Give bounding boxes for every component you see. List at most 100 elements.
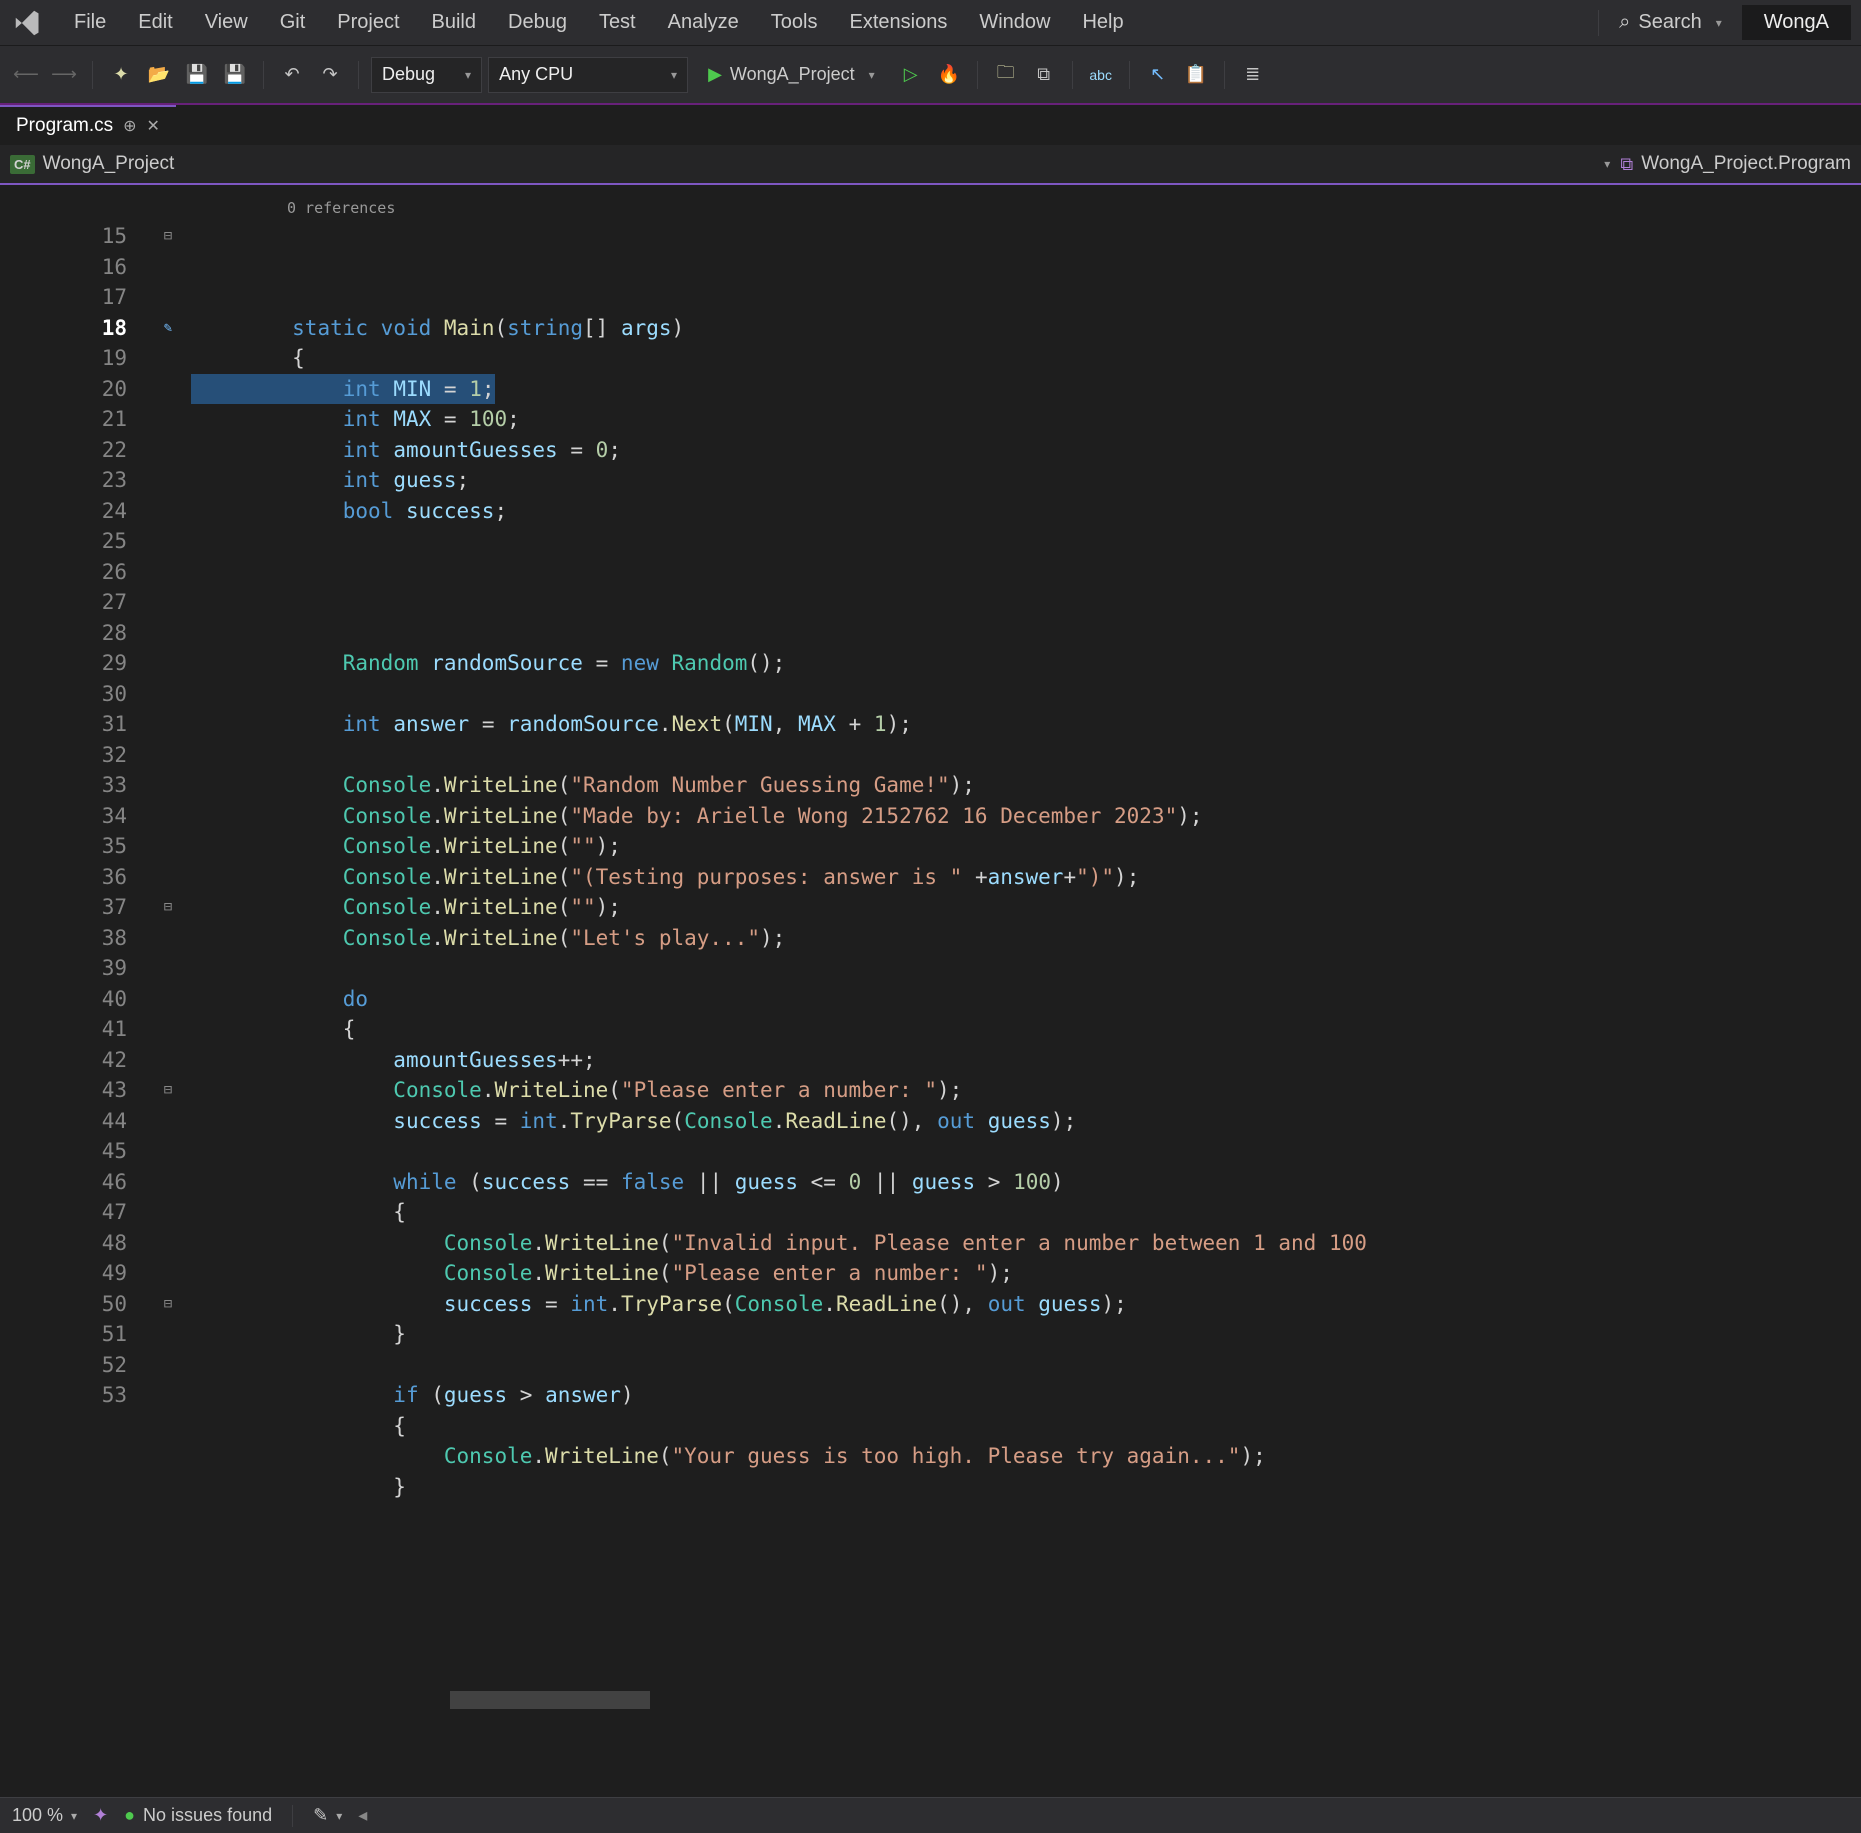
menu-view[interactable]: View bbox=[189, 7, 264, 38]
zoom-level[interactable]: 100 % ▾ bbox=[12, 1805, 77, 1826]
code-line[interactable]: if (guess > answer) bbox=[191, 1380, 1861, 1411]
code-line[interactable] bbox=[191, 618, 1861, 649]
horizontal-scrollbar[interactable] bbox=[450, 1691, 650, 1709]
fold-toggle[interactable]: ⊟ bbox=[145, 892, 191, 923]
new-item-button[interactable]: ✦ bbox=[105, 59, 137, 91]
search-box[interactable]: ⌕ Search ▾ bbox=[1607, 7, 1734, 38]
code-line[interactable]: Console.WriteLine("Random Number Guessin… bbox=[191, 770, 1861, 801]
code-line[interactable] bbox=[191, 740, 1861, 771]
play-icon: ▶ bbox=[708, 64, 722, 85]
codelens-references[interactable]: 0 references bbox=[287, 193, 395, 224]
user-account[interactable]: WongA bbox=[1742, 5, 1851, 40]
menu-debug[interactable]: Debug bbox=[492, 7, 583, 38]
code-line[interactable]: { bbox=[191, 1014, 1861, 1045]
solution-platform-dropdown[interactable]: Any CPU ▾ bbox=[488, 57, 688, 93]
code-line[interactable] bbox=[191, 953, 1861, 984]
code-line[interactable]: int answer = randomSource.Next(MIN, MAX … bbox=[191, 709, 1861, 740]
window-layout-button[interactable]: ⧉ bbox=[1028, 59, 1060, 91]
undo-button[interactable]: ↶ bbox=[276, 59, 308, 91]
hot-reload-button[interactable]: 🔥 bbox=[933, 59, 965, 91]
nav-forward-button[interactable]: ⟶ bbox=[48, 59, 80, 91]
code-line[interactable]: bool success; bbox=[191, 496, 1861, 527]
code-area[interactable]: 0 references static void Main(string[] a… bbox=[191, 185, 1861, 1745]
menu-file[interactable]: File bbox=[58, 7, 122, 38]
abc-button[interactable]: abc bbox=[1085, 59, 1117, 91]
indent-button[interactable]: ≣ bbox=[1237, 59, 1269, 91]
code-line[interactable]: Console.WriteLine("Made by: Arielle Wong… bbox=[191, 801, 1861, 832]
csharp-icon: C# bbox=[10, 155, 35, 174]
code-line[interactable]: int amountGuesses = 0; bbox=[191, 435, 1861, 466]
close-icon[interactable]: ✕ bbox=[147, 116, 160, 136]
check-circle-icon: ● bbox=[124, 1805, 135, 1826]
fold-toggle[interactable]: ⊟ bbox=[145, 1075, 191, 1106]
menu-analyze[interactable]: Analyze bbox=[652, 7, 755, 38]
intellicode-icon[interactable]: ✦ bbox=[93, 1805, 108, 1826]
open-folder-button[interactable]: 📂 bbox=[143, 59, 175, 91]
menu-help[interactable]: Help bbox=[1066, 7, 1139, 38]
nav-back-button[interactable]: ⟵ bbox=[10, 59, 42, 91]
menu-tools[interactable]: Tools bbox=[755, 7, 834, 38]
clipboard-button[interactable]: 📋 bbox=[1180, 59, 1212, 91]
redo-button[interactable]: ↷ bbox=[314, 59, 346, 91]
code-line[interactable]: Console.WriteLine("Please enter a number… bbox=[191, 1258, 1861, 1289]
error-list-summary[interactable]: ● No issues found bbox=[124, 1805, 272, 1826]
fold-toggle[interactable]: ⊟ bbox=[145, 221, 191, 252]
scroll-left-button[interactable]: ◂ bbox=[358, 1805, 367, 1826]
fold-toggle[interactable]: ⊟ bbox=[145, 1289, 191, 1320]
class-dropdown[interactable]: ⧉ WongA_Project.Program bbox=[1620, 153, 1851, 175]
save-button[interactable]: 💾 bbox=[181, 59, 213, 91]
project-dropdown[interactable]: C# WongA_Project bbox=[10, 153, 174, 175]
code-line[interactable]: } bbox=[191, 1472, 1861, 1503]
code-line[interactable]: Console.WriteLine("Invalid input. Please… bbox=[191, 1228, 1861, 1259]
code-line[interactable]: Console.WriteLine("Let's play..."); bbox=[191, 923, 1861, 954]
solution-config-dropdown[interactable]: Debug ▾ bbox=[371, 57, 482, 93]
code-line[interactable]: while (success == false || guess <= 0 ||… bbox=[191, 1167, 1861, 1198]
code-line[interactable] bbox=[191, 1136, 1861, 1167]
title-bar: FileEditViewGitProjectBuildDebugTestAnal… bbox=[0, 0, 1861, 45]
code-line[interactable]: Console.WriteLine(""); bbox=[191, 831, 1861, 862]
code-line[interactable]: Console.WriteLine("(Testing purposes: an… bbox=[191, 862, 1861, 893]
code-line[interactable]: success = int.TryParse(Console.ReadLine(… bbox=[191, 1289, 1861, 1320]
start-without-debugging-button[interactable]: ▷ bbox=[895, 59, 927, 91]
menu-build[interactable]: Build bbox=[416, 7, 492, 38]
code-line[interactable]: { bbox=[191, 343, 1861, 374]
chevron-down-icon: ▾ bbox=[869, 68, 875, 82]
menu-git[interactable]: Git bbox=[264, 7, 322, 38]
navigation-bar: C# WongA_Project ▾ ⧉ WongA_Project.Progr… bbox=[0, 145, 1861, 185]
code-line[interactable]: Console.WriteLine("Please enter a number… bbox=[191, 1075, 1861, 1106]
menu-test[interactable]: Test bbox=[583, 7, 652, 38]
pin-icon[interactable]: ⊕ bbox=[123, 116, 136, 136]
code-line[interactable] bbox=[191, 587, 1861, 618]
code-line[interactable] bbox=[191, 1350, 1861, 1381]
code-line[interactable]: amountGuesses++; bbox=[191, 1045, 1861, 1076]
menu-extensions[interactable]: Extensions bbox=[833, 7, 963, 38]
save-all-button[interactable]: 💾 bbox=[219, 59, 251, 91]
code-line[interactable]: static void Main(string[] args) bbox=[191, 313, 1861, 344]
code-line[interactable]: Console.WriteLine(""); bbox=[191, 892, 1861, 923]
document-tab[interactable]: Program.cs ⊕ ✕ bbox=[0, 105, 176, 145]
code-line[interactable]: int guess; bbox=[191, 465, 1861, 496]
code-line[interactable]: } bbox=[191, 1319, 1861, 1350]
code-line[interactable]: int MIN = 1; bbox=[191, 374, 495, 405]
cursor-tool-button[interactable]: ↖ bbox=[1142, 59, 1174, 91]
code-line[interactable]: success = int.TryParse(Console.ReadLine(… bbox=[191, 1106, 1861, 1137]
code-line[interactable]: Console.WriteLine("Your guess is too hig… bbox=[191, 1441, 1861, 1472]
code-line[interactable] bbox=[191, 679, 1861, 710]
screwdriver-button[interactable]: ✎ ▾ bbox=[313, 1805, 342, 1826]
code-line[interactable]: int MAX = 100; bbox=[191, 404, 1861, 435]
tab-filename: Program.cs bbox=[16, 115, 113, 137]
document-tab-bar: Program.cs ⊕ ✕ bbox=[0, 103, 1861, 145]
code-line[interactable]: do bbox=[191, 984, 1861, 1015]
start-debugging-button[interactable]: ▶ WongA_Project ▾ bbox=[694, 57, 889, 93]
browse-button[interactable]: 🗀 bbox=[990, 59, 1022, 91]
code-line[interactable] bbox=[191, 526, 1861, 557]
menu-project[interactable]: Project bbox=[321, 7, 415, 38]
code-line[interactable]: { bbox=[191, 1197, 1861, 1228]
menu-window[interactable]: Window bbox=[963, 7, 1066, 38]
code-line[interactable]: { bbox=[191, 1411, 1861, 1442]
code-line[interactable] bbox=[191, 557, 1861, 588]
issues-text: No issues found bbox=[143, 1805, 272, 1826]
code-line[interactable]: Random randomSource = new Random(); bbox=[191, 648, 1861, 679]
menu-edit[interactable]: Edit bbox=[122, 7, 188, 38]
code-editor[interactable]: 1516171819202122232425262728293031323334… bbox=[0, 185, 1861, 1745]
